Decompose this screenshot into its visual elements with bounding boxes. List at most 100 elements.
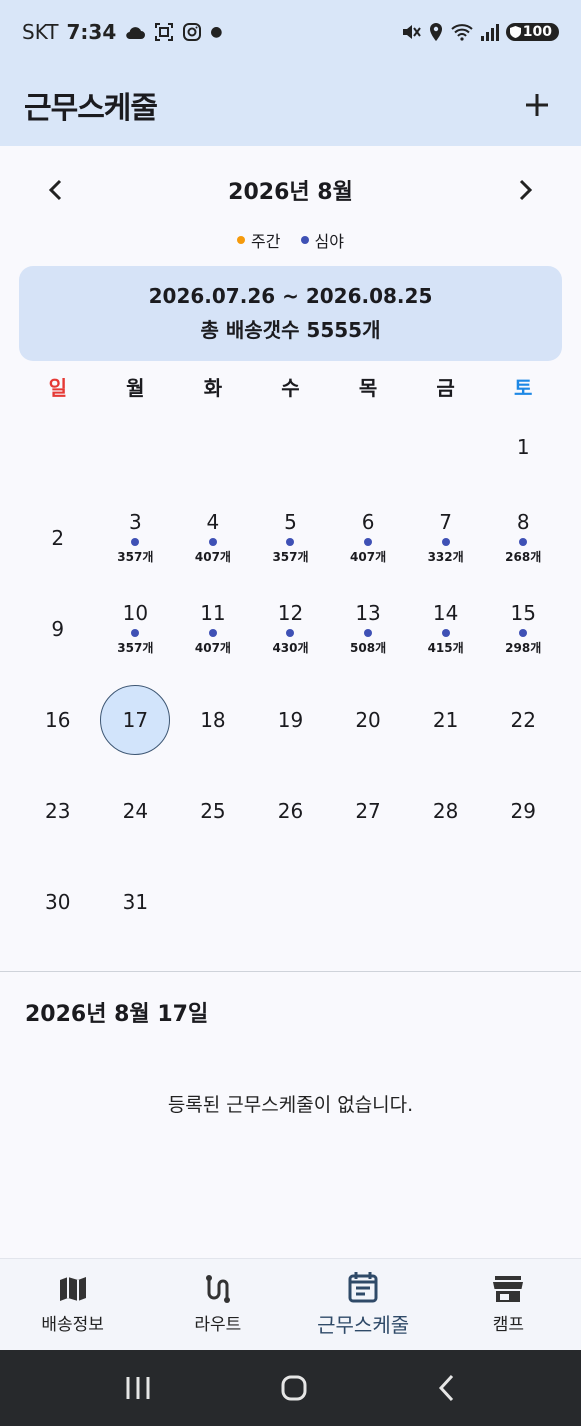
- day-number: 2: [51, 525, 65, 550]
- day-number: 13: [355, 601, 381, 625]
- calendar-day-25[interactable]: 25: [174, 765, 252, 856]
- calendar-day-11[interactable]: 11 407개: [174, 583, 252, 674]
- day-number: 24: [122, 798, 149, 823]
- calendar-day-27[interactable]: 27: [329, 765, 407, 856]
- weekday-sun: 일: [48, 376, 67, 400]
- calendar-grid: 1 2 3 357개 4 407개 5 357개 6 407개 7 332개 8 268개 9 10 357개 1…: [19, 401, 562, 947]
- status-time: 7:34: [66, 20, 117, 44]
- calendar-day-23[interactable]: 23: [19, 765, 97, 856]
- night-shift-dot: [286, 538, 295, 546]
- calendar-empty-cell: [329, 401, 407, 492]
- calendar-empty-cell: [252, 856, 330, 947]
- delivery-count: 357개: [117, 550, 154, 564]
- calendar-day-26[interactable]: 26: [252, 765, 330, 856]
- back-icon[interactable]: [437, 1374, 457, 1402]
- battery-level: 100: [522, 24, 552, 40]
- instagram-icon: [183, 23, 202, 41]
- night-shift-dot: [131, 538, 140, 546]
- page-title: 근무스케줄: [24, 91, 158, 126]
- delivery-count: 298개: [505, 641, 542, 655]
- calendar-empty-cell: [407, 401, 485, 492]
- carrier-label: SKT: [22, 20, 59, 44]
- prev-month-button[interactable]: [38, 172, 74, 208]
- selected-date-title: 2026년 8월 17일: [25, 1002, 209, 1027]
- battery-indicator: 100: [505, 23, 559, 41]
- calendar-day-30[interactable]: 30: [19, 856, 97, 947]
- calendar-empty-cell: [174, 856, 252, 947]
- calendar-day-7[interactable]: 7 332개: [407, 492, 485, 583]
- calendar-day-20[interactable]: 20: [329, 674, 407, 765]
- delivery-count: 407개: [194, 641, 231, 655]
- nav-delivery-info[interactable]: 배송정보: [0, 1259, 145, 1350]
- calendar-empty-cell: [252, 401, 330, 492]
- system-navigation-bar: [0, 1350, 581, 1426]
- weekday-mon: 월: [126, 376, 145, 400]
- calendar-day-24[interactable]: 24: [97, 765, 175, 856]
- day-number: 8: [516, 510, 530, 534]
- night-shift-dot: [441, 629, 450, 637]
- calendar-day-13[interactable]: 13 508개: [329, 583, 407, 674]
- delivery-count: 415개: [427, 641, 464, 655]
- status-bar: SKT 7:34 ● 100: [0, 0, 581, 64]
- calendar-day-16[interactable]: 16: [19, 674, 97, 765]
- night-shift-dot: [441, 538, 450, 546]
- calendar-day-22[interactable]: 22: [484, 674, 562, 765]
- calendar-day-3[interactable]: 3 357개: [97, 492, 175, 583]
- calendar-day-28[interactable]: 28: [407, 765, 485, 856]
- location-icon: [429, 23, 442, 41]
- month-navigation: 2026년 8월: [0, 164, 581, 216]
- calendar-day-31[interactable]: 31: [97, 856, 175, 947]
- calendar-day-6[interactable]: 6 407개: [329, 492, 407, 583]
- nav-route[interactable]: 라우트: [145, 1259, 290, 1350]
- day-number: 5: [284, 510, 297, 534]
- day-number: 20: [355, 707, 381, 732]
- night-shift-dot: [286, 629, 295, 637]
- nav-work-schedule[interactable]: 근무스케줄: [291, 1259, 436, 1350]
- day-number: 31: [122, 889, 149, 914]
- day-number: 3: [128, 510, 142, 534]
- calendar-day-1[interactable]: 1: [484, 401, 562, 492]
- night-shift-dot: [519, 629, 528, 637]
- calendar-day-5[interactable]: 5 357개: [252, 492, 330, 583]
- calendar-day-8[interactable]: 8 268개: [484, 492, 562, 583]
- calendar-day-29[interactable]: 29: [484, 765, 562, 856]
- calendar-day-18[interactable]: 18: [174, 674, 252, 765]
- store-icon: [493, 1276, 524, 1302]
- day-number: 23: [45, 798, 71, 823]
- day-number: 11: [200, 601, 226, 625]
- day-number: 19: [277, 707, 304, 732]
- calendar-day-2[interactable]: 2: [19, 492, 97, 583]
- calendar-day-10[interactable]: 10 357개: [97, 583, 175, 674]
- add-schedule-button[interactable]: [517, 85, 557, 125]
- home-icon[interactable]: [280, 1374, 308, 1402]
- night-shift-dot: [364, 629, 373, 637]
- nav-camp[interactable]: 캠프: [436, 1259, 581, 1350]
- signal-icon: [480, 24, 499, 41]
- map-icon: [59, 1277, 86, 1301]
- delivery-count: 407개: [194, 550, 231, 564]
- legend-dot-day: [237, 236, 246, 244]
- day-number: 27: [355, 798, 381, 823]
- wifi-icon: [451, 24, 473, 41]
- day-number: 21: [432, 707, 459, 732]
- calendar-day-12[interactable]: 12 430개: [252, 583, 330, 674]
- calendar-day-17[interactable]: 17: [97, 674, 175, 765]
- day-number: 25: [200, 798, 226, 823]
- recent-apps-icon[interactable]: [124, 1375, 152, 1401]
- shift-legend: 주간 심야: [0, 228, 581, 252]
- calendar-day-19[interactable]: 19: [252, 674, 330, 765]
- calendar-day-4[interactable]: 4 407개: [174, 492, 252, 583]
- night-shift-dot: [364, 538, 373, 546]
- calendar-day-9[interactable]: 9: [19, 583, 97, 674]
- divider: [0, 971, 581, 972]
- calendar-day-14[interactable]: 14 415개: [407, 583, 485, 674]
- cloud-icon: [126, 27, 146, 40]
- calendar-icon: [348, 1272, 378, 1303]
- next-month-button[interactable]: [507, 172, 543, 208]
- empty-schedule-message: 등록된 근무스케줄이 없습니다.: [167, 1094, 414, 1116]
- weekday-fri: 금: [436, 376, 455, 400]
- calendar-day-21[interactable]: 21: [407, 674, 485, 765]
- calendar-day-15[interactable]: 15 298개: [484, 583, 562, 674]
- day-number: 29: [510, 798, 536, 823]
- day-number: 7: [439, 510, 452, 534]
